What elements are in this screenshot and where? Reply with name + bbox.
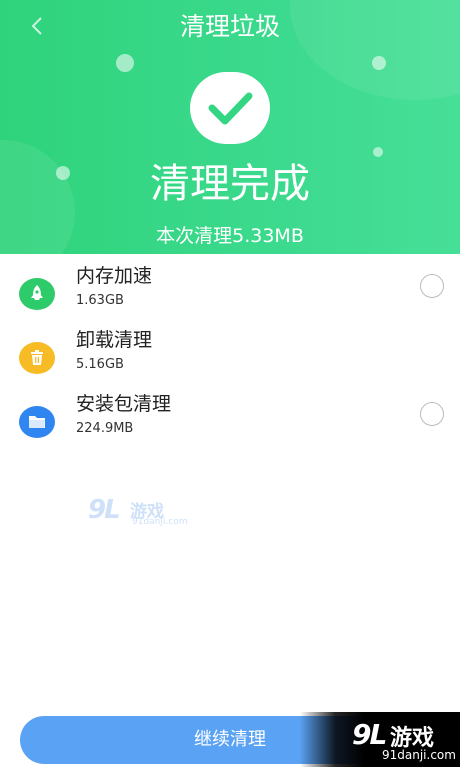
folder-icon xyxy=(19,406,55,438)
decor-dot xyxy=(372,56,386,70)
rocket-icon xyxy=(19,278,55,310)
item-size: 5.16GB xyxy=(76,357,124,372)
cleaned-summary: 本次清理5.33MB xyxy=(156,225,304,247)
select-radio[interactable] xyxy=(420,402,444,426)
decor-dot xyxy=(116,54,134,72)
checkmark-icon xyxy=(190,72,270,144)
watermark-badge: 9L 游戏 91danji.com xyxy=(300,712,460,767)
watermark-mark: 9L xyxy=(88,495,121,525)
select-radio[interactable] xyxy=(420,274,444,298)
watermark-mark: 9L xyxy=(352,718,387,751)
watermark-logo: 9L 游戏 91danji.com xyxy=(88,495,188,531)
trash-icon xyxy=(19,342,55,374)
header-banner: 清理垃圾 清理完成 本次清理5.33MB xyxy=(0,0,460,254)
item-name: 内存加速 xyxy=(76,265,153,287)
item-size: 1.63GB xyxy=(76,293,124,308)
list-item-uninstall[interactable]: 卸载清理 5.16GB xyxy=(0,326,460,386)
watermark-url: 91danji.com xyxy=(132,517,188,527)
page-title: 清理垃圾 xyxy=(179,12,280,41)
list-item-apk[interactable]: 安装包清理 224.9MB xyxy=(0,390,460,450)
list-item-memory[interactable]: 内存加速 1.63GB xyxy=(0,262,460,322)
watermark-url: 91danji.com xyxy=(382,748,456,762)
item-name: 卸载清理 xyxy=(76,329,153,351)
item-size: 224.9MB xyxy=(76,421,134,436)
result-title: 清理完成 xyxy=(150,161,310,207)
item-name: 安装包清理 xyxy=(76,393,172,415)
